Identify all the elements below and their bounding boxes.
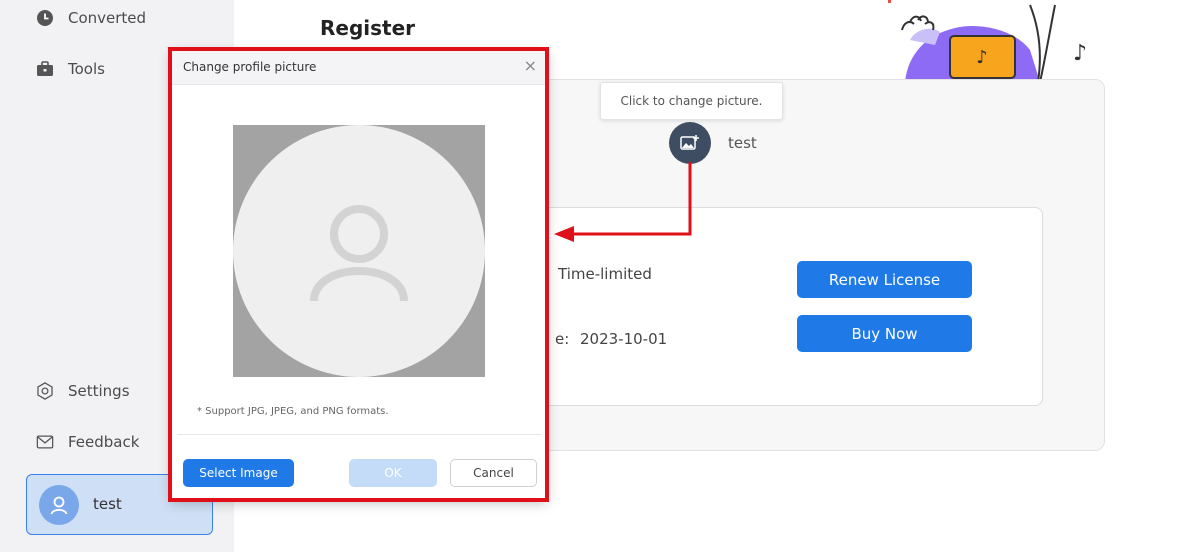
tooltip: Click to change picture. — [600, 82, 783, 120]
format-note: * Support JPG, JPEG, and PNG formats. — [197, 406, 389, 417]
clock-icon — [36, 9, 54, 27]
ok-button[interactable]: OK — [349, 459, 437, 487]
crop-circle — [233, 125, 485, 377]
buy-now-button[interactable]: Buy Now — [797, 315, 972, 352]
svg-text:♪: ♪ — [1073, 41, 1087, 66]
mail-icon — [36, 433, 54, 451]
dialog-header: Change profile picture × — [171, 50, 547, 85]
close-icon[interactable]: × — [524, 56, 537, 75]
sidebar-item-label: Tools — [68, 60, 105, 78]
sidebar-item-feedback[interactable]: Feedback — [36, 433, 139, 451]
sidebar-item-label: Converted — [68, 9, 147, 27]
sidebar-item-settings[interactable]: Settings — [36, 382, 130, 400]
user-name: test — [93, 495, 122, 513]
user-icon — [50, 496, 68, 515]
page-title: Register — [320, 16, 416, 40]
license-expiry-date: 2023-10-01 — [580, 330, 668, 348]
sidebar-item-label: Settings — [68, 382, 130, 400]
divider — [177, 434, 541, 435]
cancel-button[interactable]: Cancel — [450, 459, 537, 487]
image-preview — [233, 125, 485, 377]
renew-license-button[interactable]: Renew License — [797, 261, 972, 298]
settings-icon — [36, 382, 54, 400]
header-illustration: ♪ ♪ — [888, 0, 1087, 82]
profile-name: test — [728, 134, 757, 152]
user-placeholder-icon — [310, 205, 408, 302]
license-date-label: e: — [555, 330, 570, 348]
select-image-button[interactable]: Select Image — [183, 459, 294, 487]
svg-text:♪: ♪ — [976, 47, 988, 68]
toolbox-icon — [36, 60, 54, 78]
sidebar-item-converted[interactable]: Converted — [36, 9, 146, 27]
license-type: Time-limited — [558, 265, 652, 283]
dialog-title: Change profile picture — [183, 60, 317, 74]
sidebar-item-label: Feedback — [68, 433, 140, 451]
change-picture-dialog: Change profile picture × * Support JPG, … — [171, 50, 547, 500]
sidebar-item-tools[interactable]: Tools — [36, 60, 105, 78]
annotation-arrow — [554, 162, 692, 242]
avatar — [39, 485, 79, 525]
